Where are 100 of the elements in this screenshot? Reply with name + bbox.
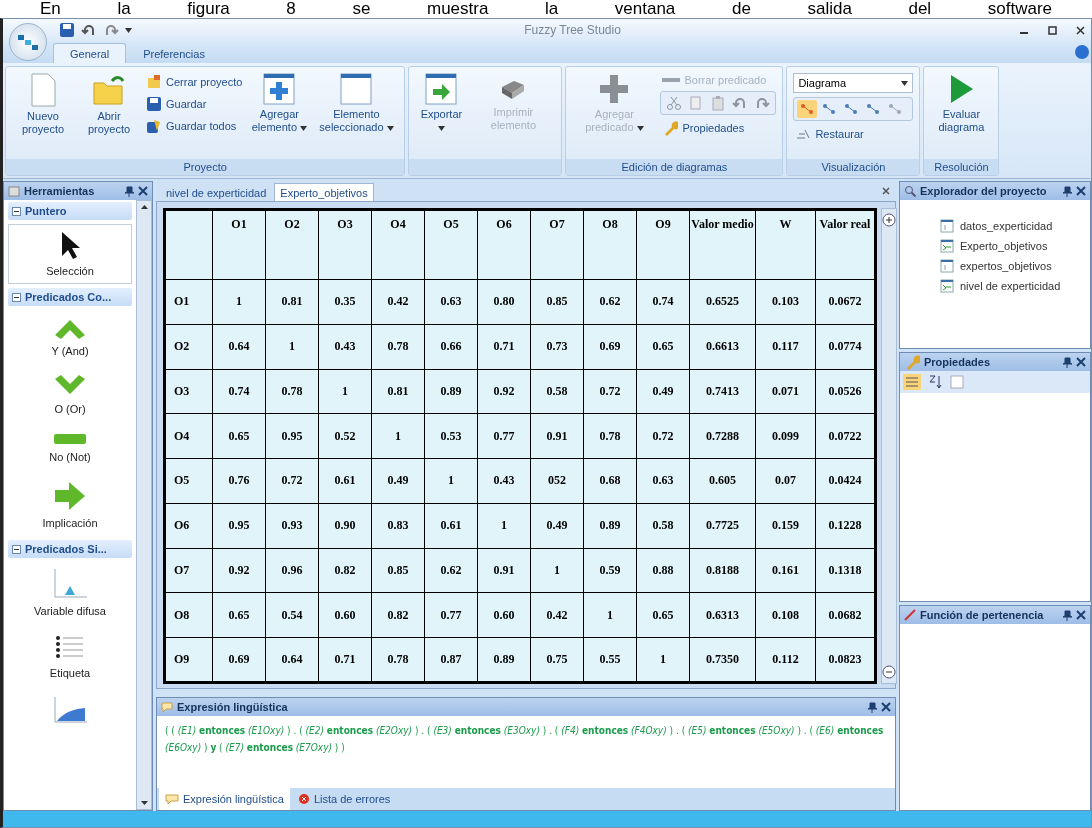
close-icon [1076, 610, 1086, 620]
tree-item[interactable]: expertos_objetivos [900, 256, 1090, 276]
table-cell: 0.65 [636, 592, 690, 638]
plus-icon [598, 73, 631, 105]
table-cell: 0.91 [477, 548, 531, 593]
column-header: O5 [424, 209, 478, 280]
group-label: Edición de diagramas [566, 159, 783, 175]
layout-icon [821, 101, 838, 117]
table-cell: 0.71 [477, 324, 531, 370]
group-label: Resolución [924, 159, 999, 175]
save-icon [146, 96, 162, 112]
table-cell: 0.74 [636, 279, 690, 325]
table-cell: 0.53 [424, 413, 478, 459]
ribbon-button[interactable]: Restaurar [793, 125, 914, 143]
ribbon-button[interactable]: Nuevo proyecto [12, 71, 74, 138]
app-menu-button[interactable] [9, 23, 47, 61]
pin-icon [1063, 609, 1072, 621]
ribbon-tab[interactable]: Preferencias [126, 43, 222, 63]
layout-option[interactable] [797, 100, 818, 118]
row-header: O7 [164, 548, 213, 593]
table-cell: 0.95 [265, 413, 319, 459]
table-cell: 0.49 [371, 458, 425, 504]
close-icon [138, 186, 148, 196]
table-cell: 0.80 [477, 279, 531, 325]
table-cell: 0.95 [212, 503, 266, 549]
expression-text: ( ( (E1) entonces (E1Oxy) ) . ( (E2) entonces (E2Oxy) ) . ( (E3) entonces (E3Oxy) ) . ( (F4) entonces (F4Oxy) ) . ( (E5) entonces (E5Oxy) ) . ( (E6) entonces (E6Oxy) ) y ( (E7) entonces (E7Oxy) ) ) [165, 724, 885, 755]
tool-item[interactable]: Selección [8, 224, 132, 284]
table-cell: 0.108 [755, 592, 816, 638]
speech-bubble-icon [161, 701, 173, 713]
collapse-icon [12, 544, 21, 554]
pin-icon [1063, 356, 1072, 368]
add-window-icon [263, 73, 296, 105]
table-cell: 0.59 [583, 548, 637, 593]
table-cell: 0.77 [477, 413, 531, 459]
folder-close-icon [146, 74, 162, 90]
table-cell: 0.90 [318, 503, 372, 549]
table-file-icon [940, 219, 954, 233]
scissors-icon [666, 95, 683, 111]
table-cell: 0.52 [318, 413, 372, 459]
panel-title: Explorador del proyecto [920, 185, 1048, 197]
ribbon-button[interactable]: Guardar [144, 95, 245, 113]
table-cell: 0.42 [530, 592, 584, 638]
tree-item[interactable]: datos_experticidad [900, 216, 1090, 236]
magnifier-icon [904, 185, 916, 197]
table-cell: 0.72 [636, 413, 690, 459]
ribbon-tab[interactable]: General [53, 43, 127, 63]
pin-icon [1063, 185, 1072, 197]
sort-icon [927, 374, 943, 390]
panel-tab[interactable]: Expresión lingüística [159, 788, 290, 810]
table-cell: 0.07 [755, 458, 816, 504]
speech-bubble-icon [165, 793, 179, 805]
panel-tab[interactable]: Lista de errores [291, 788, 397, 810]
document-tab[interactable]: nivel de experticidad [160, 183, 273, 201]
table-cell: 0.42 [371, 279, 425, 325]
redo-icon [754, 95, 771, 111]
row-header: O1 [164, 279, 213, 325]
row-header: O2 [164, 324, 213, 370]
caption-text: En la figura 8 se muestra la ventana de salida del software [39, 0, 1053, 18]
section-header[interactable]: Predicados Co... [8, 288, 132, 306]
ribbon-button[interactable]: Abrir proyecto [78, 71, 140, 138]
document-tab[interactable]: Experto_objetivos [274, 183, 374, 201]
layout-icon [799, 101, 816, 117]
chevron-up-icon [53, 317, 87, 339]
table-cell: 0.93 [265, 503, 319, 549]
ribbon-button[interactable]: Guardar todos [144, 117, 245, 135]
table-cell: 0.83 [371, 503, 425, 549]
cursor-icon [60, 231, 80, 259]
ribbon-button[interactable]: Agregar elemento [248, 71, 311, 136]
ribbon-button[interactable]: Propiedades [660, 119, 777, 137]
close-icon [882, 187, 890, 195]
ribbon-button[interactable]: Elemento seleccionado [314, 71, 399, 136]
group-label: Visualización [787, 159, 920, 175]
ribbon-button[interactable]: Cerrar proyecto [144, 73, 245, 91]
table-cell: 0.605 [689, 458, 756, 504]
section-header[interactable]: Predicados Si... [8, 540, 132, 558]
close-icon [881, 702, 891, 712]
table-cell: 0.62 [424, 548, 478, 593]
categorized-icon [903, 374, 921, 390]
collapse-icon [12, 206, 21, 216]
collapse-icon [12, 292, 21, 302]
layout-icon [887, 101, 904, 117]
view-select[interactable]: Diagrama [793, 73, 914, 93]
section-header[interactable]: Puntero [8, 202, 132, 220]
tree-item[interactable]: Experto_objetivos [900, 236, 1090, 256]
row-header: O4 [164, 413, 213, 459]
folder-icon [92, 73, 126, 107]
table-cell: 0.63 [636, 458, 690, 504]
table-cell: 0.68 [583, 458, 637, 504]
table-cell: 0.6313 [689, 592, 756, 638]
minus-icon [662, 76, 681, 84]
ribbon-button[interactable]: Evaluar diagrama [930, 71, 993, 136]
chevron-down-icon [53, 375, 87, 397]
column-header: O9 [636, 209, 690, 280]
layout-icon [865, 101, 882, 117]
tree-item[interactable]: nivel de experticidad [900, 276, 1090, 296]
ribbon-button[interactable]: Exportar [415, 71, 468, 136]
table-cell: 0.91 [530, 413, 584, 459]
table-cell: 0.73 [530, 324, 584, 370]
table-cell: 0.72 [265, 458, 319, 504]
curve-icon [904, 609, 916, 621]
